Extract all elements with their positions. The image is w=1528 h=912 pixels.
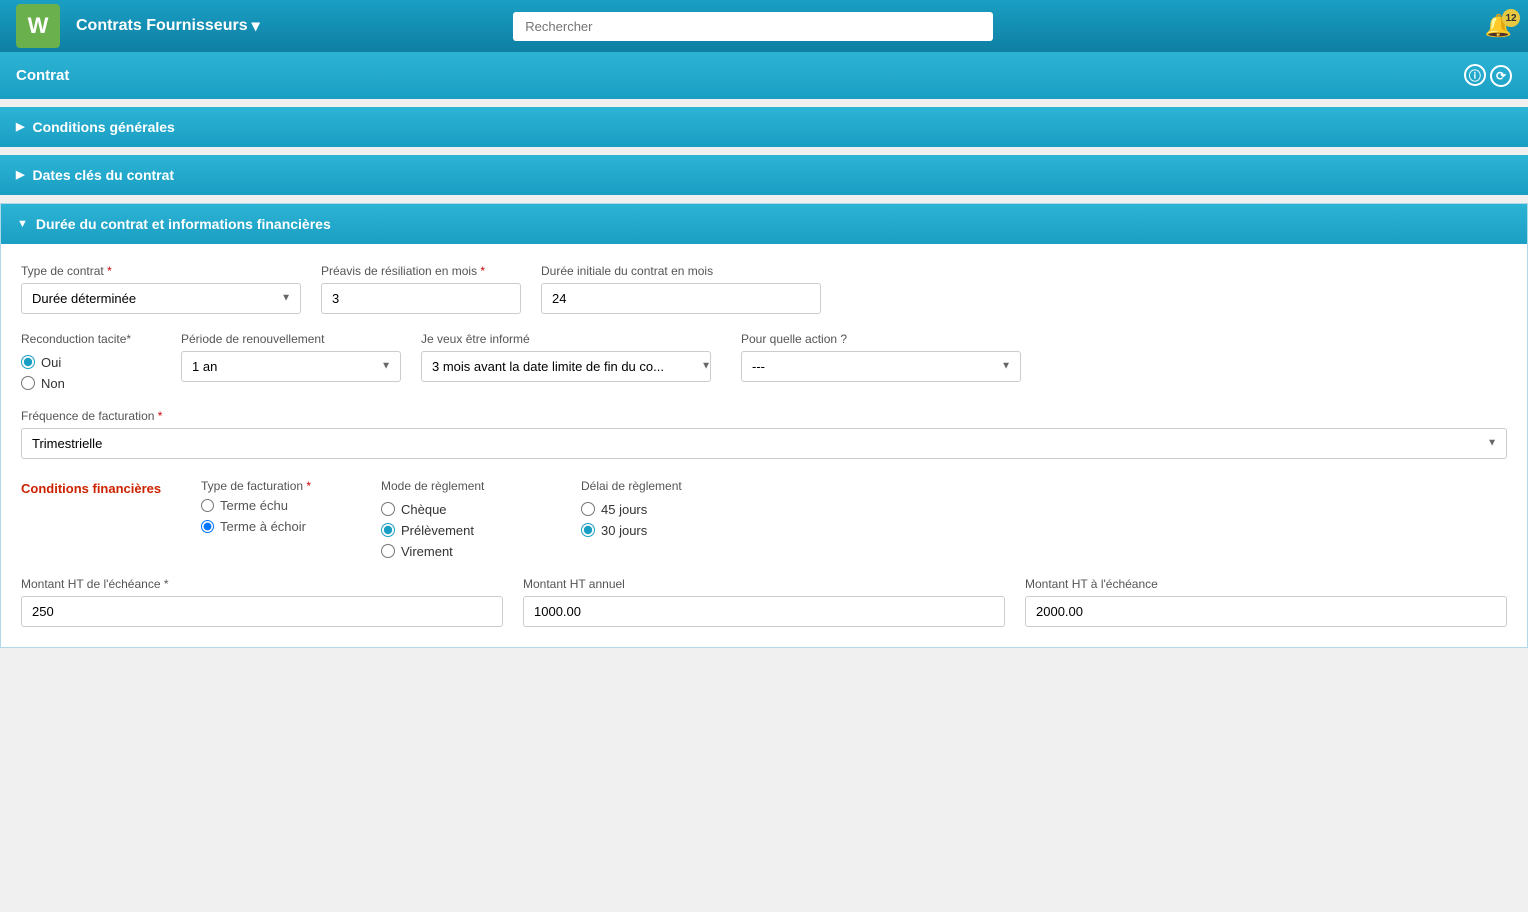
facturation-radio-group: Terme échu Terme à échoir (201, 498, 361, 534)
delai-radio-group: 45 jours 30 jours (581, 502, 741, 538)
dates-cles-section[interactable]: ▶ Dates clés du contrat (0, 155, 1528, 195)
chevron-right-icon: ▶ (16, 120, 24, 133)
terme-echoir-label[interactable]: Terme à échoir (201, 519, 361, 534)
prelevement-radio[interactable] (381, 523, 395, 537)
form-row-4: Conditions financières Type de facturati… (21, 479, 1507, 559)
frequence-select-wrapper: Trimestrielle (21, 428, 1507, 459)
form-row-3: Fréquence de facturation * Trimestrielle (21, 409, 1507, 459)
virement-radio[interactable] (381, 544, 395, 558)
montant-annuel-group: Montant HT annuel (523, 577, 1005, 627)
main-content: Contrat ⓘ ⟳ ▶ Conditions générales ▶ Dat… (0, 52, 1528, 648)
duree-initiale-label: Durée initiale du contrat en mois (541, 264, 821, 278)
contrat-header: Contrat ⓘ ⟳ (0, 52, 1528, 99)
type-facturation-group: Type de facturation * Terme échu Terme à… (201, 479, 361, 534)
type-contrat-select-wrapper: Durée déterminée (21, 283, 301, 314)
terme-echoir-radio[interactable] (201, 520, 214, 533)
duree-section-header[interactable]: ▼ Durée du contrat et informations finan… (1, 204, 1527, 244)
prelevement-label[interactable]: Prélèvement (381, 523, 561, 538)
history-icon[interactable]: ⟳ (1490, 65, 1512, 87)
mode-reglement-label: Mode de règlement (381, 479, 561, 493)
inform-group: Je veux être informé 3 mois avant la dat… (421, 332, 721, 382)
form-row-2: Reconduction tacite* Oui Non Période de (21, 332, 1507, 391)
duree-section: ▼ Durée du contrat et informations finan… (0, 203, 1528, 648)
delai-reglement-group: Délai de règlement 45 jours 30 jours (581, 479, 741, 538)
montant-echeance-group: Montant HT de l'échéance * (21, 577, 503, 627)
type-contrat-label: Type de contrat * (21, 264, 301, 278)
non-radio-label[interactable]: Non (21, 376, 161, 391)
non-radio[interactable] (21, 376, 35, 390)
montant-ht-label: Montant HT à l'échéance (1025, 577, 1507, 591)
reconduction-group: Reconduction tacite* Oui Non (21, 332, 161, 391)
duree-initiale-group: Durée initiale du contrat en mois (541, 264, 821, 314)
periode-select-wrapper: 1 an (181, 351, 401, 382)
terme-echu-label[interactable]: Terme échu (201, 498, 361, 513)
conditions-financieres-label: Conditions financières (21, 477, 161, 496)
delai-reglement-label: Délai de règlement (581, 479, 741, 493)
virement-label[interactable]: Virement (381, 544, 561, 559)
montant-ht-input[interactable] (1025, 596, 1507, 627)
montant-ht-group: Montant HT à l'échéance (1025, 577, 1507, 627)
jours-30-label[interactable]: 30 jours (581, 523, 741, 538)
reconduction-radio-group: Oui Non (21, 355, 161, 391)
mode-reglement-radio-group: Chèque Prélèvement Virement (381, 502, 561, 559)
dates-cles-label: Dates clés du contrat (32, 167, 174, 183)
montant-annuel-label: Montant HT annuel (523, 577, 1005, 591)
inform-select[interactable]: 3 mois avant la date limite de fin du co… (421, 351, 711, 382)
jours-45-radio[interactable] (581, 502, 595, 516)
app-title-text: Contrats Fournisseurs (76, 17, 248, 35)
reconduction-label: Reconduction tacite* (21, 332, 161, 346)
preavis-group: Préavis de résiliation en mois * (321, 264, 521, 314)
header-icons: ⓘ ⟳ (1464, 64, 1512, 87)
duree-initiale-input[interactable] (541, 283, 821, 314)
frequence-select[interactable]: Trimestrielle (21, 428, 1507, 459)
jours-45-label[interactable]: 45 jours (581, 502, 741, 517)
notification-bell[interactable]: 🔔 12 (1485, 13, 1512, 39)
cheque-radio[interactable] (381, 502, 395, 516)
app-title[interactable]: Contrats Fournisseurs ▾ (76, 16, 260, 36)
chevron-right-icon: ▶ (16, 168, 24, 181)
action-select[interactable]: --- (741, 351, 1021, 382)
type-contrat-group: Type de contrat * Durée déterminée (21, 264, 301, 314)
form-row-1: Type de contrat * Durée déterminée Préav… (21, 264, 1507, 314)
periode-select[interactable]: 1 an (181, 351, 401, 382)
frequence-label: Fréquence de facturation * (21, 409, 1507, 423)
conditions-financieres-container: Conditions financières (21, 479, 181, 496)
action-group: Pour quelle action ? --- (741, 332, 1021, 382)
conditions-generales-section[interactable]: ▶ Conditions générales (0, 107, 1528, 147)
duree-section-body: Type de contrat * Durée déterminée Préav… (1, 244, 1527, 647)
preavis-label: Préavis de résiliation en mois * (321, 264, 521, 278)
notification-badge: 12 (1502, 9, 1520, 27)
montant-row: Montant HT de l'échéance * Montant HT an… (21, 577, 1507, 627)
inform-select-wrapper: 3 mois avant la date limite de fin du co… (421, 351, 721, 382)
type-facturation-label: Type de facturation * (201, 479, 361, 493)
info-icon[interactable]: ⓘ (1464, 64, 1486, 86)
montant-echeance-label: Montant HT de l'échéance * (21, 577, 503, 591)
jours-30-radio[interactable] (581, 523, 595, 537)
action-select-wrapper: --- (741, 351, 1021, 382)
terme-echu-radio[interactable] (201, 499, 214, 512)
periode-group: Période de renouvellement 1 an (181, 332, 401, 382)
search-input[interactable] (513, 12, 993, 41)
duree-section-label: Durée du contrat et informations financi… (36, 216, 331, 232)
frequence-group: Fréquence de facturation * Trimestrielle (21, 409, 1507, 459)
conditions-generales-label: Conditions générales (32, 119, 174, 135)
oui-radio[interactable] (21, 355, 35, 369)
inform-label: Je veux être informé (421, 332, 721, 346)
cheque-label[interactable]: Chèque (381, 502, 561, 517)
periode-label: Période de renouvellement (181, 332, 401, 346)
chevron-down-icon: ▼ (17, 218, 28, 230)
search-box (513, 12, 993, 41)
montant-echeance-input[interactable] (21, 596, 503, 627)
action-label: Pour quelle action ? (741, 332, 1021, 346)
app-logo[interactable]: W (16, 4, 60, 48)
mode-reglement-group: Mode de règlement Chèque Prélèvement (381, 479, 561, 559)
contrat-title: Contrat (16, 67, 69, 84)
montant-annuel-input[interactable] (523, 596, 1005, 627)
type-contrat-select[interactable]: Durée déterminée (21, 283, 301, 314)
top-navigation: W Contrats Fournisseurs ▾ 🔔 12 (0, 0, 1528, 52)
oui-radio-label[interactable]: Oui (21, 355, 161, 370)
dropdown-arrow-icon: ▾ (252, 16, 260, 36)
preavis-input[interactable] (321, 283, 521, 314)
